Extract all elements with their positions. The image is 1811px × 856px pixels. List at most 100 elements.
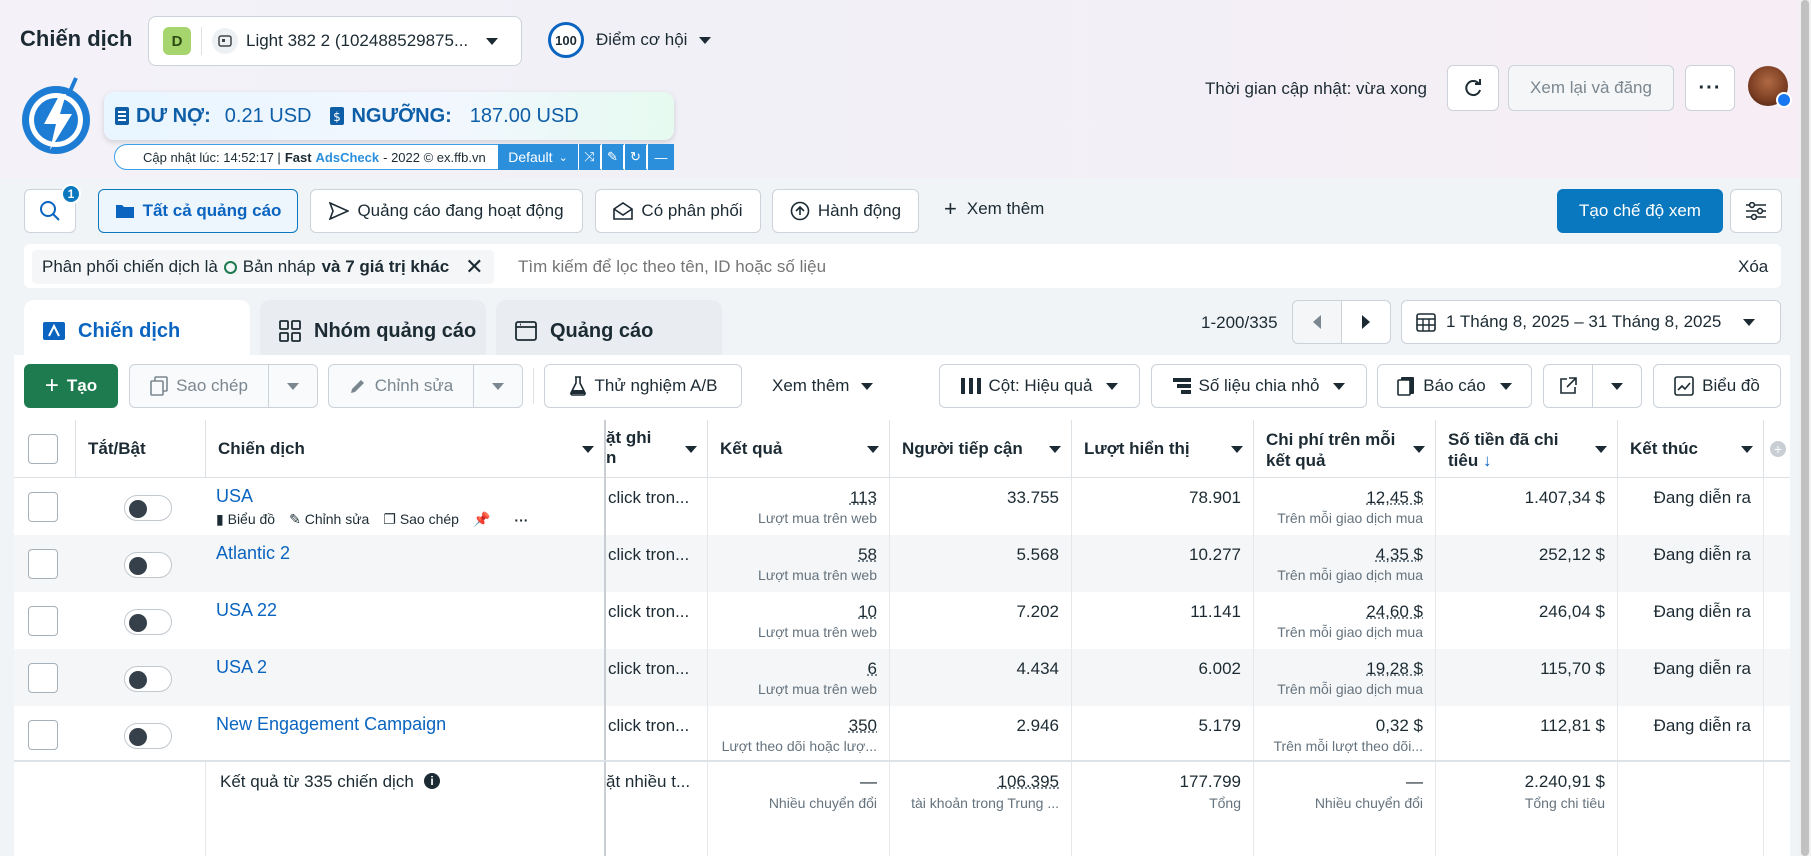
header-reach[interactable]: Người tiếp cận <box>890 420 1072 478</box>
summary-results: — Nhiều chuyển đổi <box>708 762 890 856</box>
row-chart-label: Biểu đồ <box>227 511 276 527</box>
tab-campaigns[interactable]: Chiến dịch <box>24 300 250 362</box>
header-amount-spent[interactable]: Số tiền đã chi tiêu ↓ <box>1436 420 1618 478</box>
chevron-down-icon <box>1499 382 1512 390</box>
header-attribution[interactable]: ặt ghi n <box>606 420 708 478</box>
chevron-down-icon: ⌄ <box>558 151 568 164</box>
search-input[interactable] <box>518 250 1618 284</box>
pin-icon[interactable]: 📌 <box>473 511 490 528</box>
header-campaign[interactable]: Chiến dịch <box>206 420 606 478</box>
tab-ads[interactable]: Quảng cáo <box>496 300 722 362</box>
create-view-button[interactable]: Tạo chế độ xem <box>1557 189 1723 233</box>
chart-button[interactable]: Biểu đồ <box>1653 364 1781 408</box>
info-icon[interactable]: i <box>424 773 440 789</box>
vertical-scrollbar[interactable] <box>1799 0 1811 856</box>
campaign-name-link[interactable]: Atlantic 2 <box>216 543 290 564</box>
cpr-value: 12,45 $ <box>1366 488 1423 507</box>
duplicate-button[interactable]: Sao chép <box>129 364 269 408</box>
date-range-picker[interactable]: 1 Tháng 8, 2025 – 31 Tháng 8, 2025 <box>1401 300 1781 344</box>
reports-button[interactable]: Báo cáo <box>1377 364 1532 408</box>
filter-active-ads[interactable]: Quảng cáo đang hoạt động <box>310 189 583 233</box>
row-chart-action[interactable]: ▮ Biểu đồ <box>216 511 275 528</box>
filter-more-label: Xem thêm <box>966 199 1045 218</box>
opportunity-score[interactable]: 100 Điểm cơ hội <box>548 22 712 58</box>
row-checkbox[interactable] <box>28 663 58 693</box>
edit-button[interactable]: Chỉnh sửa <box>328 364 474 408</box>
view-settings-button[interactable] <box>1730 189 1782 233</box>
table-row[interactable]: Atlantic 2 click tron... 58 Lượt mua trên w… <box>14 535 1790 592</box>
filter-chip[interactable]: Phân phối chiến dịch là Bản nháp và 7 gi… <box>32 250 494 284</box>
filter-more-button[interactable]: + Xem thêm <box>944 198 1045 220</box>
filter-actions[interactable]: Hành động <box>772 189 919 233</box>
export-button[interactable] <box>1543 364 1593 408</box>
filter-delivery[interactable]: Có phân phối <box>595 189 761 233</box>
campaign-toggle[interactable] <box>124 609 172 635</box>
row-checkbox[interactable] <box>28 606 58 636</box>
extension-panel: DƯ NỢ: 0.21 USD $ NGƯỠNG: 187.00 USD <box>104 92 674 140</box>
row-checkbox[interactable] <box>28 492 58 522</box>
header-cost-per-result[interactable]: Chi phí trên mỗi kết quả <box>1254 420 1436 478</box>
ab-test-button[interactable]: Thử nghiệm A/B <box>544 364 742 408</box>
tab-ad-sets[interactable]: Nhóm quảng cáo <box>260 300 486 362</box>
preset-value: Default <box>508 149 553 165</box>
duplicate-dropdown[interactable] <box>268 364 318 408</box>
row-edit-action[interactable]: ✎ Chỉnh sửa <box>289 511 369 528</box>
export-dropdown[interactable] <box>1592 364 1642 408</box>
row-campaign-cell: USA 22 <box>206 592 606 649</box>
search-button[interactable]: 1 <box>24 184 81 233</box>
more-icon[interactable]: ··· <box>514 512 528 528</box>
avatar[interactable] <box>1748 66 1792 108</box>
campaign-name-link[interactable]: USA <box>216 486 253 507</box>
filter-all-ads[interactable]: Tất cả quảng cáo <box>98 189 298 233</box>
campaign-toggle[interactable] <box>124 552 172 578</box>
toolbar-more-button[interactable]: Xem thêm <box>772 376 874 396</box>
filter-active-ads-label: Quảng cáo đang hoạt động <box>357 201 564 220</box>
row-cpr-cell: 0,32 $ Trên mỗi lượt theo dõi... <box>1254 706 1436 763</box>
campaign-name-link[interactable]: USA 2 <box>216 657 267 678</box>
table-row[interactable]: New Engagement Campaign click tron... 350 L… <box>14 706 1790 763</box>
table-row[interactable]: USA ▮ Biểu đồ ✎ Chỉnh sửa ❐ Sao chép 📌 ··· cli… <box>14 478 1790 535</box>
next-page-button[interactable] <box>1341 300 1391 344</box>
row-quick-actions: ▮ Biểu đồ ✎ Chỉnh sửa ❐ Sao chép 📌 ··· <box>216 511 528 528</box>
more-options-button[interactable]: ··· <box>1685 65 1735 111</box>
campaign-toggle[interactable] <box>124 495 172 521</box>
refresh-button[interactable] <box>1447 65 1499 111</box>
campaign-toggle[interactable] <box>124 723 172 749</box>
create-button[interactable]: + Tạo <box>24 364 118 408</box>
table-row[interactable]: USA 2 click tron... 6 Lượt mua trên web 4.43… <box>14 649 1790 706</box>
row-select-cell <box>14 706 76 763</box>
sort-icon <box>1231 446 1243 453</box>
reload-button[interactable]: ↻ <box>624 144 646 170</box>
select-all-checkbox[interactable] <box>28 434 58 464</box>
campaign-name-link[interactable]: USA 22 <box>216 600 277 621</box>
close-icon[interactable]: ✕ <box>465 256 483 278</box>
preset-select[interactable]: Default ⌄ <box>498 144 578 170</box>
row-duplicate-action[interactable]: ❐ Sao chép <box>383 511 459 528</box>
header-results[interactable]: Kết quả <box>708 420 890 478</box>
row-checkbox[interactable] <box>28 549 58 579</box>
edit-button[interactable]: ✎ <box>601 144 623 170</box>
create-label: Tạo <box>66 376 98 395</box>
reach-value: 4.434 <box>1016 659 1059 678</box>
summary-ends <box>1618 762 1764 856</box>
row-impressions-cell: 6.002 <box>1072 649 1254 706</box>
header-impressions[interactable]: Lượt hiển thị <box>1072 420 1254 478</box>
header-ends[interactable]: Kết thúc <box>1618 420 1764 478</box>
campaign-toggle[interactable] <box>124 666 172 692</box>
campaign-name-link[interactable]: New Engagement Campaign <box>216 714 446 735</box>
scrollbar-thumb[interactable] <box>1801 0 1809 856</box>
review-publish-button[interactable]: Xem lại và đăng <box>1508 65 1674 111</box>
edit-dropdown[interactable] <box>473 364 523 408</box>
row-checkbox[interactable] <box>28 720 58 750</box>
row-results-cell: 58 Lượt mua trên web <box>708 535 890 592</box>
row-impressions-cell: 5.179 <box>1072 706 1254 763</box>
add-column-icon[interactable]: + <box>1770 441 1786 457</box>
shuffle-button[interactable]: ⤨ <box>578 144 600 170</box>
account-selector[interactable]: D Light 382 2 (102488529875... <box>148 16 522 66</box>
minimize-button[interactable]: — <box>647 144 674 170</box>
columns-button[interactable]: Cột: Hiệu quả <box>939 364 1140 408</box>
clear-filters-link[interactable]: Xóa <box>1738 257 1768 277</box>
breakdown-button[interactable]: Số liệu chia nhỏ <box>1151 364 1367 408</box>
prev-page-button[interactable] <box>1292 300 1342 344</box>
table-row[interactable]: USA 22 click tron... 10 Lượt mua trên web 7.… <box>14 592 1790 649</box>
